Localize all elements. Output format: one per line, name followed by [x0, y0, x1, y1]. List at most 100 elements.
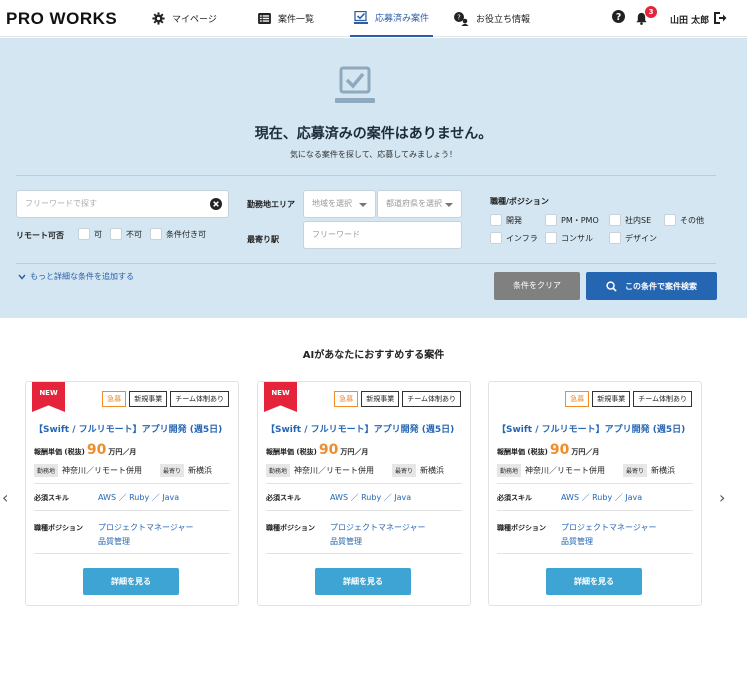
checkbox[interactable] — [110, 228, 122, 240]
help-icon[interactable]: ? — [612, 10, 625, 23]
clear-input-icon[interactable] — [210, 198, 222, 210]
recommend-section-title: AIがあなたにおすすめする案件 — [302, 350, 445, 361]
position-option-label: デザイン — [625, 233, 657, 243]
job-tags: 急募 新規事業 チーム体制あり — [102, 391, 229, 407]
card-divider — [34, 510, 230, 511]
station-input[interactable]: フリーワード — [303, 221, 462, 249]
skill-label: 必須スキル — [34, 494, 69, 502]
clear-conditions-button[interactable]: 条件をクリア — [494, 272, 580, 300]
remote-option-label: 不可 — [126, 229, 142, 239]
tag-team: チーム体制あり — [170, 391, 229, 407]
station-value: 新横浜 — [420, 466, 445, 475]
checkbox[interactable] — [490, 214, 502, 226]
pay-value: 90 — [549, 442, 570, 458]
position-other[interactable]: その他 — [664, 214, 704, 226]
position-value-2: 品質管理 — [561, 537, 593, 546]
checkbox[interactable] — [78, 228, 90, 240]
nav-mypage[interactable]: マイページ — [152, 0, 217, 37]
tag-new-business: 新規事業 — [129, 391, 168, 407]
view-detail-button[interactable]: 詳細を見る — [315, 568, 411, 595]
nav-applied-jobs[interactable]: 応募済み案件 — [350, 0, 434, 37]
nav-mypage-label: マイページ — [172, 15, 217, 25]
job-title[interactable]: 【Swift / フルリモート】アプリ開発 (週5日) — [34, 422, 222, 435]
pay-label: 報酬単価 (税抜) — [34, 448, 85, 456]
checkbox[interactable] — [545, 232, 557, 244]
job-card[interactable]: NEW 急募 新規事業 チーム体制あり 【Swift / フルリモート】アプリ開… — [257, 381, 471, 606]
tag-urgent: 急募 — [334, 391, 359, 407]
user-name[interactable]: 山田 太郎 — [670, 13, 709, 26]
position-dev[interactable]: 開発 — [490, 214, 522, 226]
site-logo[interactable]: PRO WORKS — [6, 9, 117, 29]
checkbox[interactable] — [150, 228, 162, 240]
station-tag: 最寄り — [623, 464, 648, 477]
location-row: 勤務地 神奈川／リモート併用 最寄り 新横浜 — [34, 464, 212, 477]
position-consul[interactable]: コンサル — [545, 232, 593, 244]
remote-option-ok[interactable]: 可 — [78, 228, 102, 240]
area-label: 勤務地エリア — [247, 200, 295, 209]
carousel-prev-icon[interactable]: ‹ — [2, 488, 8, 507]
checkbox[interactable] — [664, 214, 676, 226]
pay-unit: 万円／月 — [340, 448, 369, 456]
info-people-icon: ? — [454, 11, 469, 26]
pay-value: 90 — [318, 442, 339, 458]
position-design[interactable]: デザイン — [609, 232, 657, 244]
tag-team: チーム体制あり — [402, 391, 461, 407]
position-option-label: コンサル — [561, 233, 593, 243]
job-title[interactable]: 【Swift / フルリモート】アプリ開発 (週5日) — [266, 422, 454, 435]
more-conditions-link[interactable]: もっと詳細な条件を追加する — [18, 271, 134, 282]
checkbox[interactable] — [490, 232, 502, 244]
checkbox[interactable] — [609, 232, 621, 244]
svg-text:?: ? — [457, 13, 461, 21]
view-detail-button[interactable]: 詳細を見る — [546, 568, 642, 595]
location-row: 勤務地 神奈川／リモート併用 最寄り 新横浜 — [266, 464, 444, 477]
remote-option-ng[interactable]: 不可 — [110, 228, 142, 240]
search-divider-bottom — [16, 263, 716, 264]
location-value: 神奈川／リモート併用 — [62, 466, 143, 475]
card-divider — [497, 510, 693, 511]
view-detail-button[interactable]: 詳細を見る — [83, 568, 179, 595]
new-badge: NEW — [264, 382, 297, 412]
notification-badge: 3 — [645, 6, 657, 18]
station-tag: 最寄り — [392, 464, 417, 477]
position-option-label: 開発 — [506, 215, 522, 225]
nav-useful-info[interactable]: ? お役立ち情報 — [453, 0, 530, 37]
prefecture-select[interactable]: 都道府県を選択 — [377, 190, 462, 218]
tag-new-business: 新規事業 — [361, 391, 400, 407]
logout-icon[interactable] — [713, 11, 727, 25]
svg-text:?: ? — [616, 12, 621, 23]
empty-state-title: 現在、応募済みの案件はありません。 — [254, 126, 493, 142]
search-jobs-button[interactable]: この条件で案件検索 — [586, 272, 717, 300]
remote-option-label: 条件付き可 — [166, 229, 206, 239]
pay-label: 報酬単価 (税抜) — [266, 448, 317, 456]
position-internal-se[interactable]: 社内SE — [609, 214, 651, 226]
free-word-input[interactable]: フリーワードで探す — [16, 190, 229, 218]
card-divider — [497, 483, 693, 484]
job-card[interactable]: NEW 急募 新規事業 チーム体制あり 【Swift / フルリモート】アプリ開… — [25, 381, 239, 606]
location-tag: 勤務地 — [34, 464, 59, 477]
search-jobs-label: この条件で案件検索 — [625, 281, 697, 291]
search-divider-top — [16, 175, 716, 176]
region-select[interactable]: 地域を選択 — [303, 190, 376, 218]
card-divider — [266, 553, 462, 554]
station-value: 新横浜 — [651, 466, 676, 475]
job-tags: 急募 新規事業 チーム体制あり — [565, 391, 692, 407]
remote-option-conditional[interactable]: 条件付き可 — [150, 228, 206, 240]
carousel-next-icon[interactable]: › — [719, 488, 725, 507]
position-field-label: 職種ポジション — [34, 524, 83, 532]
tag-team: チーム体制あり — [633, 391, 692, 407]
checkbox[interactable] — [545, 214, 557, 226]
job-title[interactable]: 【Swift / フルリモート】アプリ開発 (週5日) — [497, 422, 685, 435]
applied-check-icon — [354, 11, 368, 24]
nav-job-list-label: 案件一覧 — [278, 15, 315, 25]
skill-label: 必須スキル — [266, 494, 301, 502]
search-icon — [606, 280, 617, 292]
applied-empty-band: 現在、応募済みの案件はありません。 気になる案件を探して、応募してみましょう！ … — [0, 38, 747, 318]
job-card[interactable]: 急募 新規事業 チーム体制あり 【Swift / フルリモート】アプリ開発 (週… — [488, 381, 702, 606]
checkbox[interactable] — [609, 214, 621, 226]
position-option-label: その他 — [680, 215, 704, 225]
chevron-down-icon — [445, 203, 453, 207]
pay-label: 報酬単価 (税抜) — [497, 448, 548, 456]
nav-job-list[interactable]: 案件一覧 — [258, 0, 314, 37]
position-infra[interactable]: インフラ — [490, 232, 538, 244]
position-pm[interactable]: PM・PMO — [545, 214, 599, 226]
